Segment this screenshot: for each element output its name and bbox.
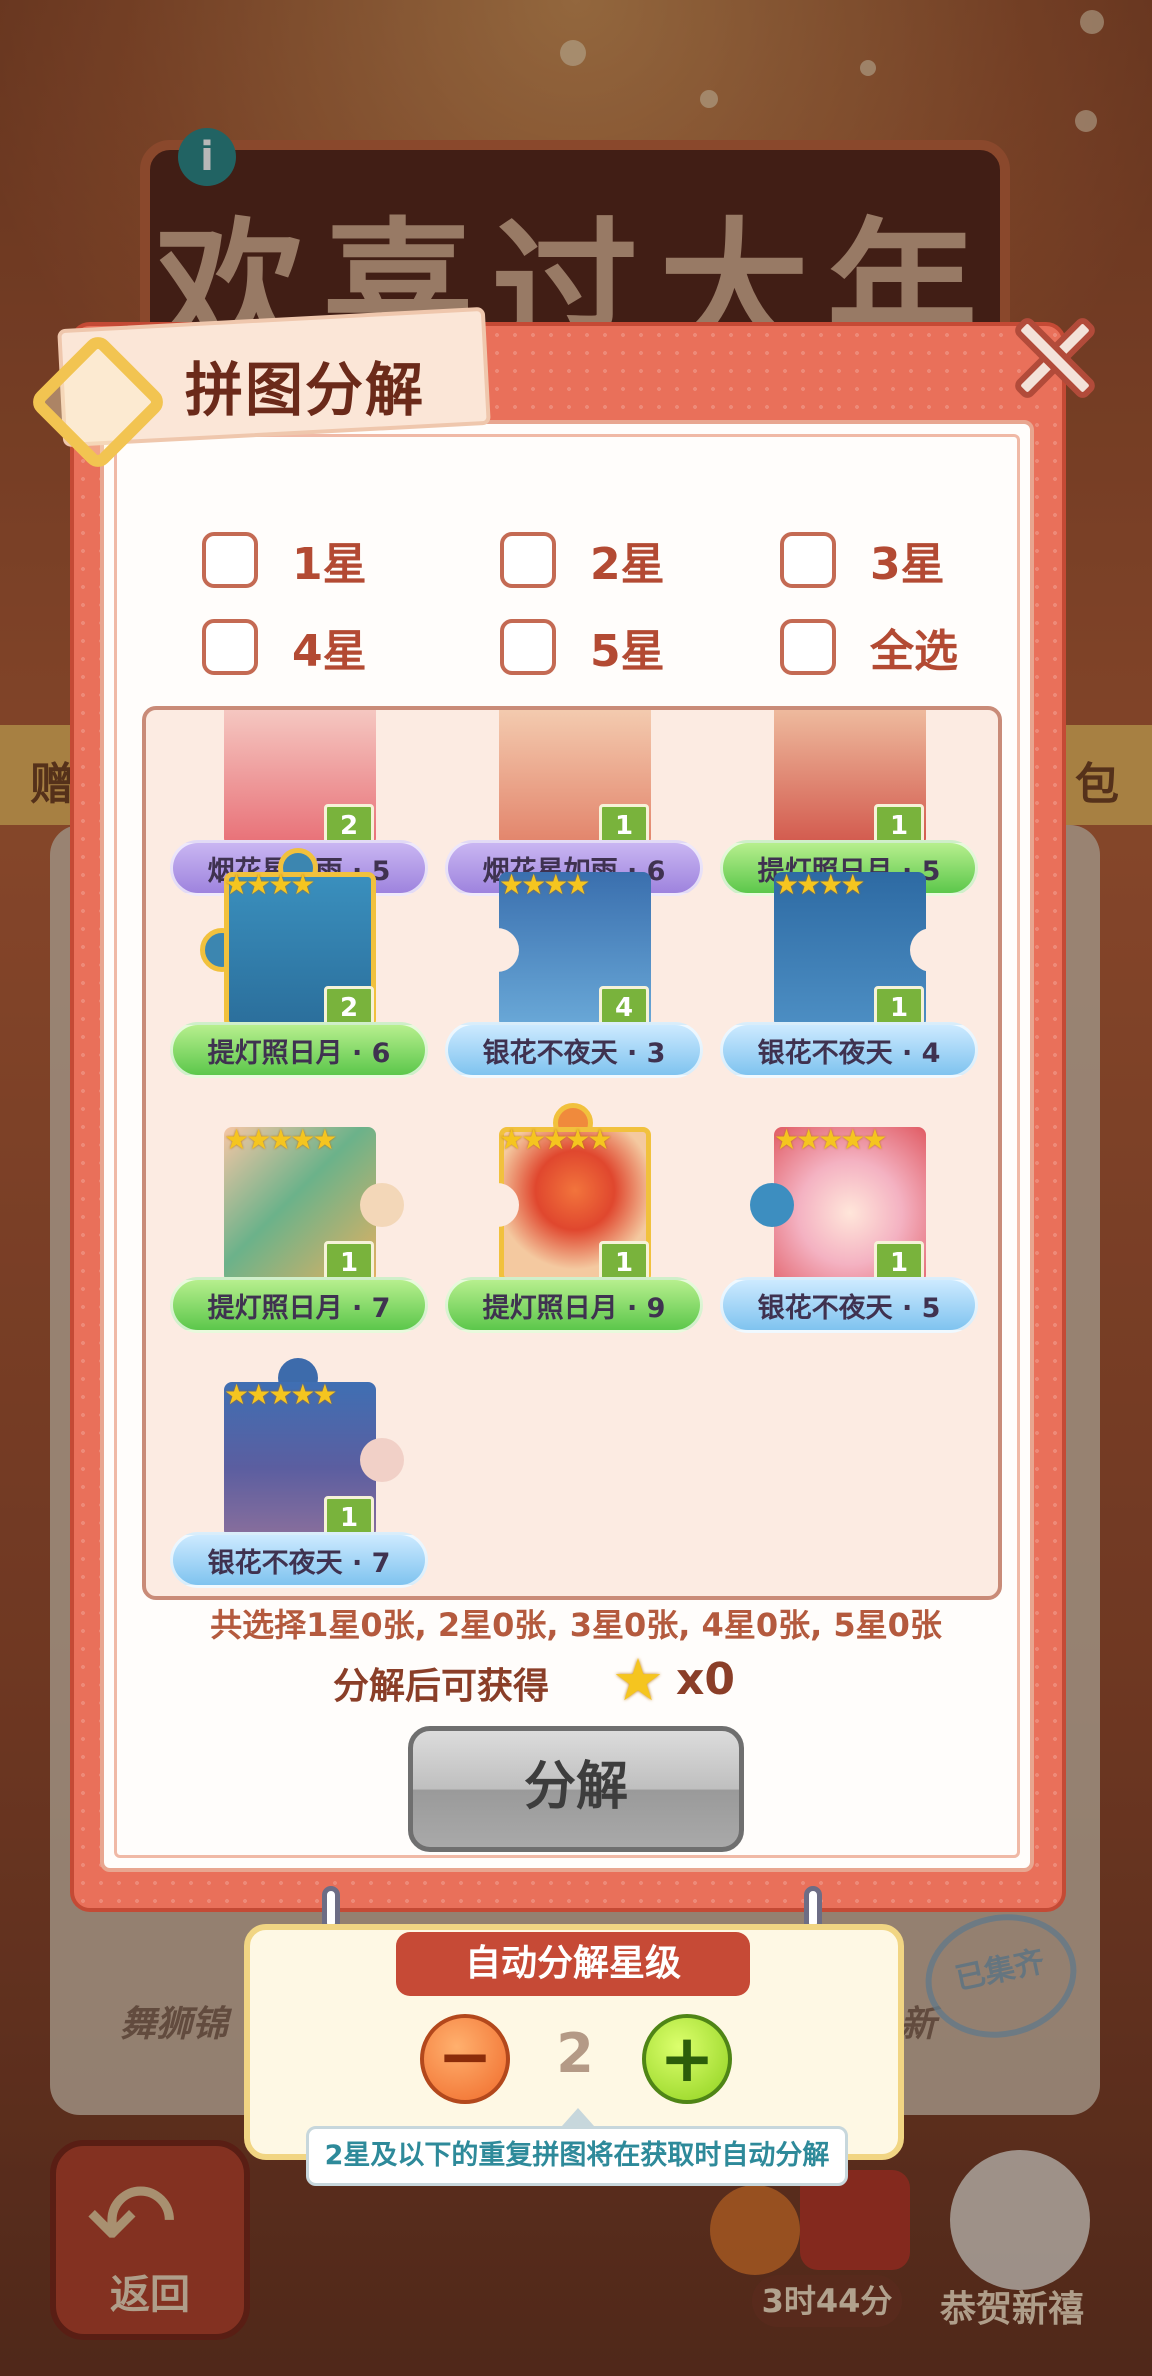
puzzle-card[interactable]: ★★★★★ 1 银花不夜天 · 7 (164, 1348, 434, 1596)
puzzle-knob (910, 928, 954, 972)
filter-5-star[interactable]: 5星 (500, 615, 665, 679)
decompose-button[interactable]: 分解 (408, 1726, 744, 1852)
reward-label: 分解后可获得 (333, 1666, 550, 1707)
star-rating: ★★★★★ (774, 1123, 888, 1156)
puzzle-knob (475, 1183, 519, 1227)
filter-label: 4星 (292, 626, 367, 677)
filter-label: 1星 (292, 539, 367, 590)
star-rating: ★★★★★ (224, 1378, 338, 1411)
puzzle-card[interactable]: ★★★★★ 1 提灯照日月 · 7 (164, 1093, 434, 1343)
checkbox[interactable] (202, 532, 258, 588)
puzzle-name-ribbon: 提灯照日月 · 9 (445, 1277, 703, 1333)
tip-arrow (562, 2108, 594, 2126)
selection-summary: 共选择1星0张, 2星0张, 3星0张, 4星0张, 5星0张 (210, 1606, 942, 1644)
puzzle-name-ribbon: 银花不夜天 · 5 (720, 1277, 978, 1333)
star-rating: ★★★★★ (224, 1123, 338, 1156)
checkbox[interactable] (500, 619, 556, 675)
modal-title: 拼图分解 (185, 356, 426, 424)
star-rating: ★★★★ (224, 868, 315, 901)
puzzle-name-ribbon: 银花不夜天 · 7 (170, 1532, 428, 1588)
minus-icon[interactable]: − (420, 2014, 510, 2104)
close-button[interactable] (1006, 310, 1102, 406)
auto-decompose-level: 2 (556, 2022, 594, 2085)
puzzle-card[interactable]: ★★★★ 1 银花不夜天 · 4 (714, 838, 984, 1088)
filter-1-star[interactable]: 1星 (202, 528, 367, 592)
puzzle-knob (750, 1183, 794, 1227)
checkbox[interactable] (500, 532, 556, 588)
star-rating: ★★★★ (499, 868, 590, 901)
checkbox[interactable] (780, 619, 836, 675)
filter-4-star[interactable]: 4星 (202, 615, 367, 679)
puzzle-card[interactable]: ★★★★★ 1 提灯照日月 · 9 (439, 1093, 709, 1343)
puzzle-knob (360, 1438, 404, 1482)
puzzle-card[interactable]: ★★★★ 2 提灯照日月 · 6 (164, 838, 434, 1088)
puzzle-name-ribbon: 银花不夜天 · 3 (445, 1022, 703, 1078)
filter-label: 5星 (590, 626, 665, 677)
filter-label: 3星 (870, 539, 945, 590)
puzzle-name-ribbon: 提灯照日月 · 7 (170, 1277, 428, 1333)
plus-icon[interactable]: + (642, 2014, 732, 2104)
filter-label: 全选 (870, 626, 958, 677)
puzzle-knob (360, 1183, 404, 1227)
puzzle-knob (475, 928, 519, 972)
puzzle-name-ribbon: 银花不夜天 · 4 (720, 1022, 978, 1078)
puzzle-name-ribbon: 提灯照日月 · 6 (170, 1022, 428, 1078)
star-rating: ★★★★★ (499, 1123, 613, 1156)
checkbox[interactable] (780, 532, 836, 588)
auto-decompose-tip: 2星及以下的重复拼图将在获取时自动分解 (306, 2126, 848, 2186)
star-rating: ★★★★ (774, 868, 865, 901)
reward-count: x0 (676, 1654, 735, 1705)
filter-2-star[interactable]: 2星 (500, 528, 665, 592)
checkbox[interactable] (202, 619, 258, 675)
filter-label: 2星 (590, 539, 665, 590)
filter-select-all[interactable]: 全选 (780, 615, 958, 679)
puzzle-list[interactable]: 2 烟花星如雨 · 5 1 烟花星如雨 · 6 1 提灯照日月 · 5 ★★★★… (142, 706, 1002, 1600)
filter-3-star[interactable]: 3星 (780, 528, 945, 592)
star-icon: ★ (612, 1646, 664, 1714)
puzzle-card[interactable]: ★★★★ 4 银花不夜天 · 3 (439, 838, 709, 1088)
auto-decompose-title: 自动分解星级 (396, 1932, 750, 1996)
puzzle-card[interactable]: ★★★★★ 1 银花不夜天 · 5 (714, 1093, 984, 1343)
